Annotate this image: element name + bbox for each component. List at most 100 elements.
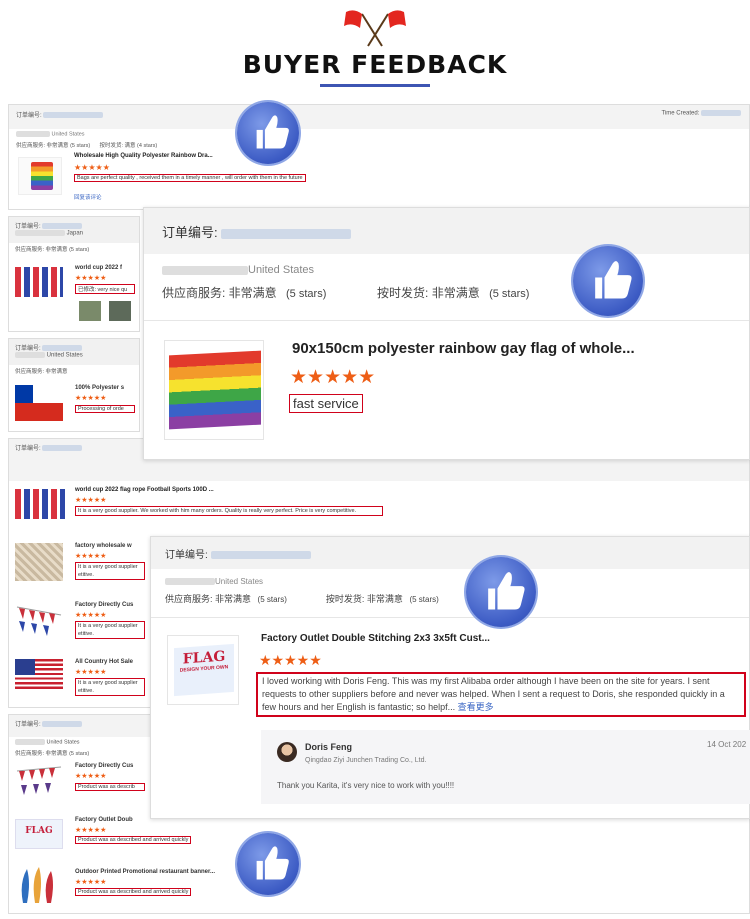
crossed-flags-logo	[344, 10, 406, 47]
rating-stars: ★★★★★	[75, 879, 107, 886]
review-comment: It is a very good supplier etitive.	[75, 678, 145, 696]
feedback-card-2: 订单编号: United States 供应商服务: 非常满意 (5 stars…	[150, 536, 750, 819]
rating-stars: ★★★★★	[74, 163, 110, 172]
product-title[interactable]: world cup 2022 flag rope Football Sports…	[75, 487, 214, 493]
supplier-service: 供应商服务: 非常满意	[165, 594, 252, 604]
buyer-country: United States	[248, 264, 315, 276]
order-label: 订单编号:	[165, 550, 208, 561]
reply-author: Doris Feng	[305, 742, 353, 752]
rating-stars: ★★★★★	[75, 612, 107, 619]
review-photo	[109, 301, 131, 321]
thumbs-up-icon	[237, 833, 299, 895]
review-photo	[79, 301, 101, 321]
supplier-service: 供应商服务: 非常满意	[162, 286, 277, 300]
product-title[interactable]: Wholesale High Quality Polyester Rainbow…	[74, 153, 213, 159]
feedback-card-1: 订单编号: United States 供应商服务: 非常满意 (5 stars…	[143, 207, 750, 460]
buyer-country: United States	[46, 739, 80, 746]
product-title[interactable]: All Country Hot Sale	[75, 659, 133, 665]
see-more-link[interactable]: 查看更多	[458, 702, 494, 712]
feedback-panel-3: 订单编号: United States 供应商服务: 非常满意 100% Pol…	[8, 338, 140, 432]
product-image	[15, 267, 63, 297]
product-title[interactable]: Factory Outlet Double Stitching 2x3 3x5f…	[261, 633, 490, 644]
supplier-stars: (5 stars)	[70, 143, 91, 150]
supplier-service: 供应商服务: 非常满意	[16, 143, 69, 150]
reply-link[interactable]: 回复该评论	[74, 193, 102, 201]
order-label: 订单编号:	[16, 113, 42, 119]
reply-message: Thank you Karita, it's very nice to work…	[277, 781, 455, 790]
review-comment: Product was as described and arrived qui…	[75, 888, 192, 896]
flag-logo-text: FLAG	[25, 826, 53, 836]
feedback-panel-2: 订单编号: Japan 供应商服务: 非常满意 (5 stars) world …	[8, 216, 140, 332]
title-underline	[320, 84, 430, 87]
review-comment: Processing of orde	[75, 405, 135, 413]
product-title[interactable]: Factory Outlet Doub	[75, 817, 133, 823]
thumbs-up-icon	[237, 102, 299, 164]
product-image	[18, 157, 62, 195]
rating-stars: ★★★★★	[290, 367, 376, 388]
product-title[interactable]: 100% Polyester s	[75, 385, 124, 391]
product-image-chile-flag	[15, 385, 63, 421]
page: BUYER FEEDBACK 订单编号: Time Created: Unite…	[0, 0, 750, 919]
product-title[interactable]: Factory Directly Cus	[75, 602, 133, 608]
review-comment: It is a very good supplier etitive.	[75, 621, 145, 639]
rating-stars: ★★★★★	[75, 553, 107, 560]
product-title[interactable]: Outdoor Printed Promotional restaurant b…	[75, 869, 215, 875]
rating-stars: ★★★★★	[75, 669, 107, 676]
product-image-usa-flag	[15, 659, 63, 689]
order-label: 订单编号:	[15, 722, 41, 728]
avatar	[277, 742, 297, 762]
product-title[interactable]: factory wholesale w	[75, 543, 132, 549]
review-comment: Product was as describ	[75, 783, 145, 791]
on-time-stars: (4 stars)	[137, 143, 158, 150]
product-title[interactable]: 90x150cm polyester rainbow gay flag of w…	[292, 340, 635, 357]
buyer-country: United States	[46, 352, 83, 359]
on-time-rating: 按时发货: 非常满意	[325, 594, 403, 604]
time-created-label: Time Created:	[661, 110, 700, 117]
order-label: 订单编号:	[162, 225, 218, 240]
product-image	[164, 340, 264, 440]
review-comment: Product was as described and arrived qui…	[75, 836, 192, 844]
rating-stars: ★★★★★	[259, 652, 322, 668]
product-image-pennants	[15, 601, 63, 637]
rating-stars: ★★★★★	[75, 773, 107, 780]
supplier-reply: Doris Feng Qingdao Ziyi Junchen Trading …	[261, 730, 750, 804]
on-time-rating: 按时发货: 满意	[99, 143, 136, 150]
order-label: 订单编号:	[15, 446, 41, 452]
rating-stars: ★★★★★	[75, 827, 107, 834]
review-comment: Bags are perfect quality , received them…	[74, 174, 306, 182]
supplier-stars: (5 stars)	[286, 288, 327, 300]
product-image-feather-banners	[15, 865, 63, 905]
supplier-stars: (5 stars)	[69, 247, 90, 253]
review-comment: It is a very good supplier. We worked wi…	[75, 506, 383, 516]
rating-stars: ★★★★★	[75, 275, 107, 282]
feedback-panel-top: 订单编号: Time Created: United States 供应商服务:…	[8, 104, 750, 210]
review-comment: It is a very good supplier etitive.	[75, 562, 145, 580]
product-image-flag: FLAG	[15, 819, 63, 849]
rating-stars: ★★★★★	[75, 395, 107, 402]
buyer-country: Japan	[66, 230, 84, 237]
supplier-stars: (5 stars)	[257, 595, 287, 604]
reply-date: 14 Oct 202	[707, 740, 747, 749]
thumbs-up-icon	[573, 246, 643, 316]
product-image: FLAG DESIGN YOUR OWN	[167, 635, 239, 705]
on-time-stars: (5 stars)	[409, 595, 439, 604]
review-comment: 已修改: very nice qu	[75, 284, 135, 294]
reply-company: Qingdao Ziyi Junchen Trading Co., Ltd.	[305, 757, 427, 764]
thumbs-up-icon	[466, 557, 536, 627]
buyer-country: United States	[215, 577, 264, 586]
product-image-lace	[15, 543, 63, 581]
supplier-stars: (5 stars)	[69, 751, 90, 758]
product-title[interactable]: Factory Directly Cus	[75, 763, 133, 769]
rating-stars: ★★★★★	[75, 497, 107, 504]
supplier-service: 供应商服务: 非常满意	[15, 247, 68, 253]
product-image-pennants	[15, 763, 63, 801]
supplier-service: 供应商服务: 非常满意	[15, 751, 68, 758]
buyer-country: United States	[51, 131, 85, 138]
product-image	[15, 489, 65, 519]
on-time-rating: 按时发货: 非常满意	[377, 286, 480, 300]
on-time-stars: (5 stars)	[489, 288, 530, 300]
product-title[interactable]: world cup 2022 f	[75, 265, 122, 271]
review-comment: fast service	[289, 394, 363, 413]
supplier-service: 供应商服务: 非常满意	[15, 369, 68, 375]
page-title: BUYER FEEDBACK	[242, 50, 508, 79]
